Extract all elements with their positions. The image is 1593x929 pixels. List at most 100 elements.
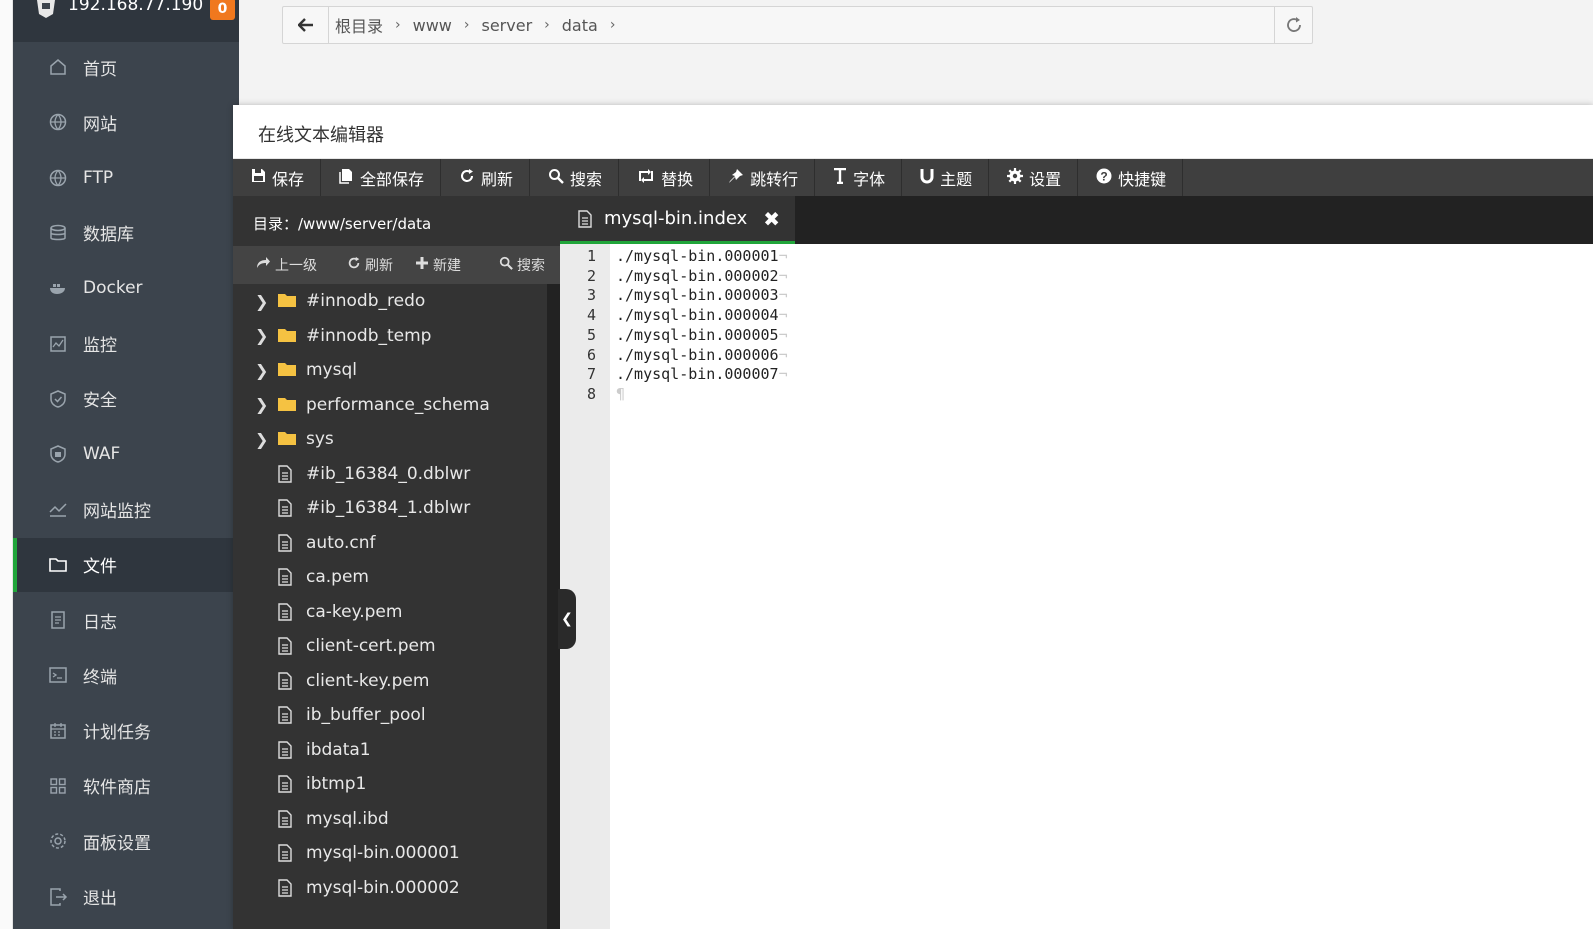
docker-icon [47,277,69,299]
tree-file[interactable]: auto.cnf [233,526,547,560]
tree-file[interactable]: ib_buffer_pool [233,698,547,732]
sidebar-item-label: 数据库 [83,225,134,246]
breadcrumb-item[interactable]: 根目录 › [335,13,413,37]
sidebar-item-15[interactable]: 退出 [13,870,239,924]
sidebar-item-label: 网站监控 [83,501,151,522]
editor-refresh-button[interactable]: 刷新 [441,159,531,196]
chevron-right-icon[interactable]: ❯ [255,395,268,414]
sidebar-item-14[interactable]: 面板设置 [13,814,239,868]
line-number: 1 [586,247,596,265]
breadcrumb-item[interactable]: server › [482,16,562,35]
tree-file[interactable]: client-cert.pem [233,629,547,663]
folder-icon [47,554,69,576]
file-icon [278,602,296,621]
editor-font-button[interactable]: 字体 [815,159,903,196]
refresh-path-button[interactable] [1274,7,1312,43]
sidebar-item-2[interactable]: FTP [13,151,239,205]
sidebar-item-3[interactable]: 数据库 [13,206,239,260]
editor-title: 在线文本编辑器 [233,105,1593,159]
tab-mysql-bin-index[interactable]: mysql-bin.index ✖ [560,196,795,244]
tree-file[interactable]: ibdata1 [233,733,547,767]
code-line-text: ./mysql-bin.000001 [616,247,779,265]
search-icon [548,168,564,188]
shield-icon [47,388,69,410]
tree-action-label: 刷新 [365,258,393,274]
tree-file[interactable]: #ib_16384_1.dblwr [233,491,547,525]
tree-action-button[interactable]: 搜索 [499,255,545,275]
tree-file[interactable]: #ib_16384_0.dblwr [233,457,547,491]
sidebar-item-10[interactable]: 日志 [13,593,239,647]
code-line: ./mysql-bin.000003¬ [616,286,788,304]
tree-action-label: 上一级 [275,258,317,274]
tree-folder[interactable]: ❯ #innodb_temp [233,319,547,353]
tree-folder[interactable]: ❯ performance_schema [233,388,547,422]
close-icon[interactable]: ✖ [763,207,780,231]
tree-action-button[interactable]: 上一级 [255,255,317,275]
refresh-icon [347,256,361,274]
tree-item-name: #ib_16384_0.dblwr [306,463,471,484]
sidebar-item-label: 安全 [83,391,117,412]
breadcrumb-item[interactable]: www › [413,16,482,35]
chevron-right-icon[interactable]: ❯ [255,430,268,449]
sidebar-item-6[interactable]: 安全 [13,372,239,426]
search-icon [499,256,513,274]
editor-help-button[interactable]: ? 快捷键 [1078,159,1184,196]
tree-folder[interactable]: ❯ #innodb_redo [233,284,547,318]
sidebar-item-5[interactable]: 监控 [13,317,239,371]
sidebar-item-13[interactable]: 软件商店 [13,759,239,813]
folder-icon [278,396,296,414]
editor-button-label: 替换 [661,169,694,189]
sidebar-item-9[interactable]: 文件 [13,537,239,592]
editor-save-all-button[interactable]: 全部保存 [321,159,442,196]
sidebar-item-label: 日志 [83,612,117,633]
sidebar: 192.168.77.190 0 首页 网站 FTP 数据库 Docker 监控 安全 WAF… [13,0,239,929]
sidebar-item-1[interactable]: 网站 [13,95,239,149]
file-icon [278,637,296,655]
code-line-text: ./mysql-bin.000005 [616,325,779,344]
file-icon [278,464,296,483]
online-text-editor: 在线文本编辑器 保存 全部保存 刷新 搜索 替换 跳转行 字体 主题 设置? 快捷键 目录：/ww… [233,105,1593,929]
eol-marker-icon: ¬ [778,345,788,364]
tree-item-name: auto.cnf [306,532,376,553]
tree-file[interactable]: mysql-bin.000002 [233,871,547,905]
file-icon [578,209,592,228]
tree-action-label: 搜索 [517,258,545,274]
code-line: ./mysql-bin.000001¬ [616,247,788,265]
tree-file[interactable]: client-key.pem [233,664,547,698]
sidebar-item-11[interactable]: 终端 [13,648,239,702]
sidebar-item-4[interactable]: Docker [13,261,239,315]
notification-badge[interactable]: 0 [210,0,235,20]
tree-file[interactable]: ca.pem [233,560,547,594]
editor-pin-button[interactable]: 跳转行 [710,159,816,196]
tree-file[interactable]: ca-key.pem [233,595,547,629]
sidebar-item-label: 监控 [83,336,117,356]
tree-folder[interactable]: ❯ mysql [233,353,547,387]
chevron-right-icon[interactable]: ❯ [255,292,268,311]
folder-icon [278,292,296,310]
breadcrumb-item[interactable]: data › [562,16,628,35]
sidebar-item-8[interactable]: 网站监控 [13,482,239,536]
back-button[interactable] [283,7,329,43]
sidebar-item-0[interactable]: 首页 [13,40,239,94]
chevron-right-icon[interactable]: ❯ [255,326,268,345]
file-icon [278,671,296,690]
editor-search-button[interactable]: 搜索 [530,159,620,196]
tree-file[interactable]: mysql-bin.000001 [233,836,547,870]
sidebar-item-12[interactable]: 计划任务 [13,704,239,758]
code-line: ./mysql-bin.000004¬ [616,306,788,324]
editor-magnet-button[interactable]: 主题 [902,159,990,196]
collapse-tree-button[interactable]: ❮ [558,589,576,649]
sidebar-item-7[interactable]: WAF [13,427,239,481]
tree-action-button[interactable]: 刷新 [347,255,393,275]
tree-action-button[interactable]: 新建 [415,255,461,275]
tree-file[interactable]: mysql.ibd [233,802,547,836]
code-editor[interactable]: 12345678 ./mysql-bin.000001¬ ./mysql-bin.… [560,244,1593,929]
tree-folder[interactable]: ❯ sys [233,422,547,456]
tree-item-name: ibdata1 [306,739,371,760]
editor-save-button[interactable]: 保存 [233,159,322,196]
editor-replace-button[interactable]: 替换 [619,159,711,196]
editor-gear-button[interactable]: 设置 [989,159,1079,196]
tree-file[interactable]: ibtmp1 [233,767,547,801]
chevron-right-icon[interactable]: ❯ [255,361,268,380]
file-icon [278,740,296,759]
